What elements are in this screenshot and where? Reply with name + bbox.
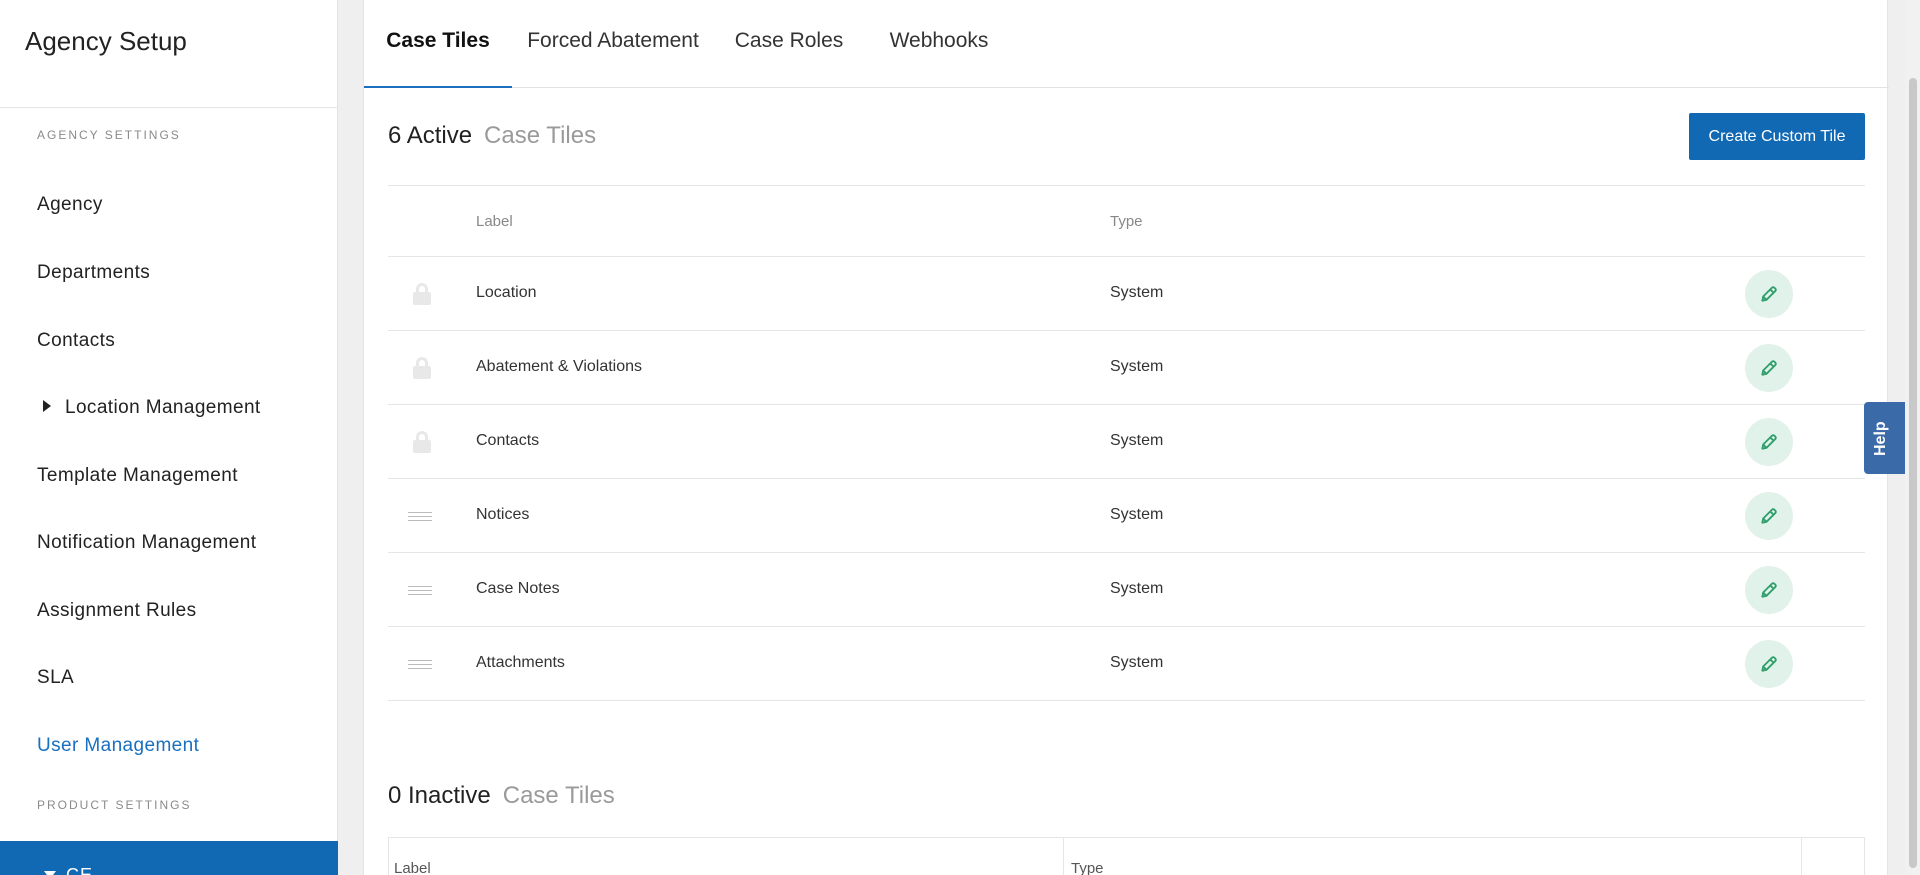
lock-icon <box>413 357 431 379</box>
edit-button[interactable] <box>1745 492 1793 540</box>
create-custom-tile-button[interactable]: Create Custom Tile <box>1689 113 1865 160</box>
sidebar-item-user-management[interactable]: User Management <box>37 735 199 757</box>
drag-handle-icon[interactable] <box>408 512 432 522</box>
sidebar-divider <box>0 107 338 108</box>
tile-type: System <box>1110 580 1164 597</box>
pencil-icon <box>1761 360 1777 376</box>
scrollbar-thumb[interactable] <box>1909 78 1917 868</box>
sidebar-title: Agency Setup <box>25 26 187 56</box>
section-label-product-settings: PRODUCT SETTINGS <box>37 798 192 812</box>
tile-type: System <box>1110 358 1164 375</box>
column-header-type[interactable]: Type <box>1071 860 1104 875</box>
lock-icon <box>413 431 431 453</box>
table-row: Abatement & Violations System <box>388 331 1865 405</box>
active-tiles-heading: 6 Active Case Tiles <box>388 122 596 150</box>
active-tiles-table: Label Type Location System Abatement & V… <box>388 185 1865 701</box>
edit-button[interactable] <box>1745 270 1793 318</box>
tab-case-roles[interactable]: Case Roles <box>714 0 864 88</box>
tab-case-tiles[interactable]: Case Tiles <box>364 0 512 88</box>
sidebar-item-notification-management[interactable]: Notification Management <box>37 532 256 554</box>
tile-type: System <box>1110 432 1164 449</box>
tile-type: System <box>1110 284 1164 301</box>
caret-down-icon <box>44 871 56 875</box>
active-heading-suffix: Case Tiles <box>484 122 597 149</box>
sidebar-item-label: Location Management <box>65 397 261 418</box>
table-row: Location System <box>388 257 1865 331</box>
edit-button[interactable] <box>1745 640 1793 688</box>
column-divider <box>1801 838 1802 875</box>
edit-button[interactable] <box>1745 418 1793 466</box>
column-divider <box>1063 838 1064 875</box>
tile-label: Notices <box>476 506 530 523</box>
active-count: 6 Active <box>388 122 473 149</box>
tile-label: Attachments <box>476 654 565 671</box>
column-header-label[interactable]: Label <box>394 860 431 875</box>
inactive-tiles-heading: 0 Inactive Case Tiles <box>388 782 615 810</box>
pencil-icon <box>1761 656 1777 672</box>
pencil-icon <box>1761 434 1777 450</box>
table-row: Attachments System <box>388 627 1865 701</box>
sidebar-item-sla[interactable]: SLA <box>37 667 74 689</box>
inactive-count: 0 Inactive <box>388 782 491 809</box>
help-label: Help <box>1872 421 1889 456</box>
pencil-icon <box>1761 286 1777 302</box>
tile-label: Location <box>476 284 537 301</box>
inactive-tiles-table: Label Type <box>388 837 1865 875</box>
main-panel: Case Tiles Forced Abatement Case Roles W… <box>363 0 1889 875</box>
tab-bar: Case Tiles Forced Abatement Case Roles W… <box>364 0 1889 88</box>
sidebar-item-departments[interactable]: Departments <box>37 262 150 284</box>
sidebar-item-ce[interactable]: CE <box>0 841 338 875</box>
inactive-heading-suffix: Case Tiles <box>502 782 615 809</box>
sidebar-item-assignment-rules[interactable]: Assignment Rules <box>37 600 197 622</box>
tile-label: Abatement & Violations <box>476 358 643 375</box>
sidebar-item-location-management[interactable]: Location Management <box>37 397 261 419</box>
sidebar-item-label: CE <box>66 865 94 875</box>
tab-webhooks[interactable]: Webhooks <box>864 0 1014 88</box>
drag-handle-icon[interactable] <box>408 660 432 670</box>
table-row: Contacts System <box>388 405 1865 479</box>
tile-type: System <box>1110 506 1164 523</box>
pencil-icon <box>1761 582 1777 598</box>
edit-button[interactable] <box>1745 344 1793 392</box>
drag-handle-icon[interactable] <box>408 586 432 596</box>
column-header-type[interactable]: Type <box>1110 213 1143 230</box>
table-header: Label Type <box>388 185 1865 257</box>
caret-right-icon <box>43 400 51 412</box>
sidebar-item-contacts[interactable]: Contacts <box>37 330 115 352</box>
table-row: Notices System <box>388 479 1865 553</box>
sidebar-item-template-management[interactable]: Template Management <box>37 465 238 487</box>
column-header-label[interactable]: Label <box>476 213 513 230</box>
sidebar: Agency Setup AGENCY SETTINGS Agency Depa… <box>0 0 338 875</box>
pencil-icon <box>1761 508 1777 524</box>
edit-button[interactable] <box>1745 566 1793 614</box>
tile-label: Case Notes <box>476 580 560 597</box>
tile-type: System <box>1110 654 1164 671</box>
section-label-agency-settings: AGENCY SETTINGS <box>37 128 181 142</box>
tile-label: Contacts <box>476 432 540 449</box>
lock-icon <box>413 283 431 305</box>
sidebar-item-agency[interactable]: Agency <box>37 194 103 216</box>
table-row: Case Notes System <box>388 553 1865 627</box>
tab-forced-abatement[interactable]: Forced Abatement <box>512 0 714 88</box>
